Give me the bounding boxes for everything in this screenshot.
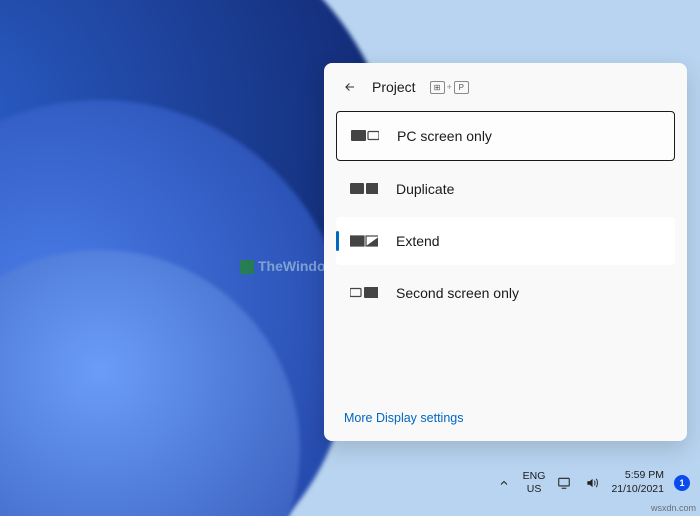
watermark-icon: [240, 260, 254, 274]
source-watermark: wsxdn.com: [651, 503, 696, 513]
more-display-settings-link[interactable]: More Display settings: [324, 395, 687, 441]
shortcut-hint: ⊞ + P: [430, 81, 469, 94]
clock[interactable]: 5:59 PM 21/10/2021: [611, 469, 664, 496]
language-indicator[interactable]: ENG US: [523, 470, 546, 495]
option-label: Extend: [396, 233, 440, 249]
pc-screen-only-icon: [351, 129, 379, 143]
panel-header: Project ⊞ + P: [324, 63, 687, 107]
network-icon[interactable]: [555, 474, 573, 492]
volume-icon[interactable]: [583, 474, 601, 492]
extend-icon: [350, 234, 378, 248]
option-duplicate[interactable]: Duplicate: [336, 165, 675, 213]
project-flyout-panel: Project ⊞ + P PC screen only Duplicate E…: [324, 63, 687, 441]
tray-overflow-chevron-icon[interactable]: [495, 474, 513, 492]
duplicate-icon: [350, 182, 378, 196]
option-pc-screen-only[interactable]: PC screen only: [336, 111, 675, 161]
second-screen-only-icon: [350, 286, 378, 300]
system-tray: ENG US 5:59 PM 21/10/2021 1: [495, 466, 690, 500]
project-options-list: PC screen only Duplicate Extend Second s…: [324, 107, 687, 321]
option-second-screen-only[interactable]: Second screen only: [336, 269, 675, 317]
back-button[interactable]: [340, 77, 360, 97]
win-key-icon: ⊞: [430, 81, 445, 94]
notification-badge[interactable]: 1: [674, 475, 690, 491]
option-extend[interactable]: Extend: [336, 217, 675, 265]
panel-title: Project: [372, 79, 416, 95]
option-label: Second screen only: [396, 285, 519, 301]
p-key-icon: P: [454, 81, 469, 94]
option-label: PC screen only: [397, 128, 492, 144]
option-label: Duplicate: [396, 181, 454, 197]
